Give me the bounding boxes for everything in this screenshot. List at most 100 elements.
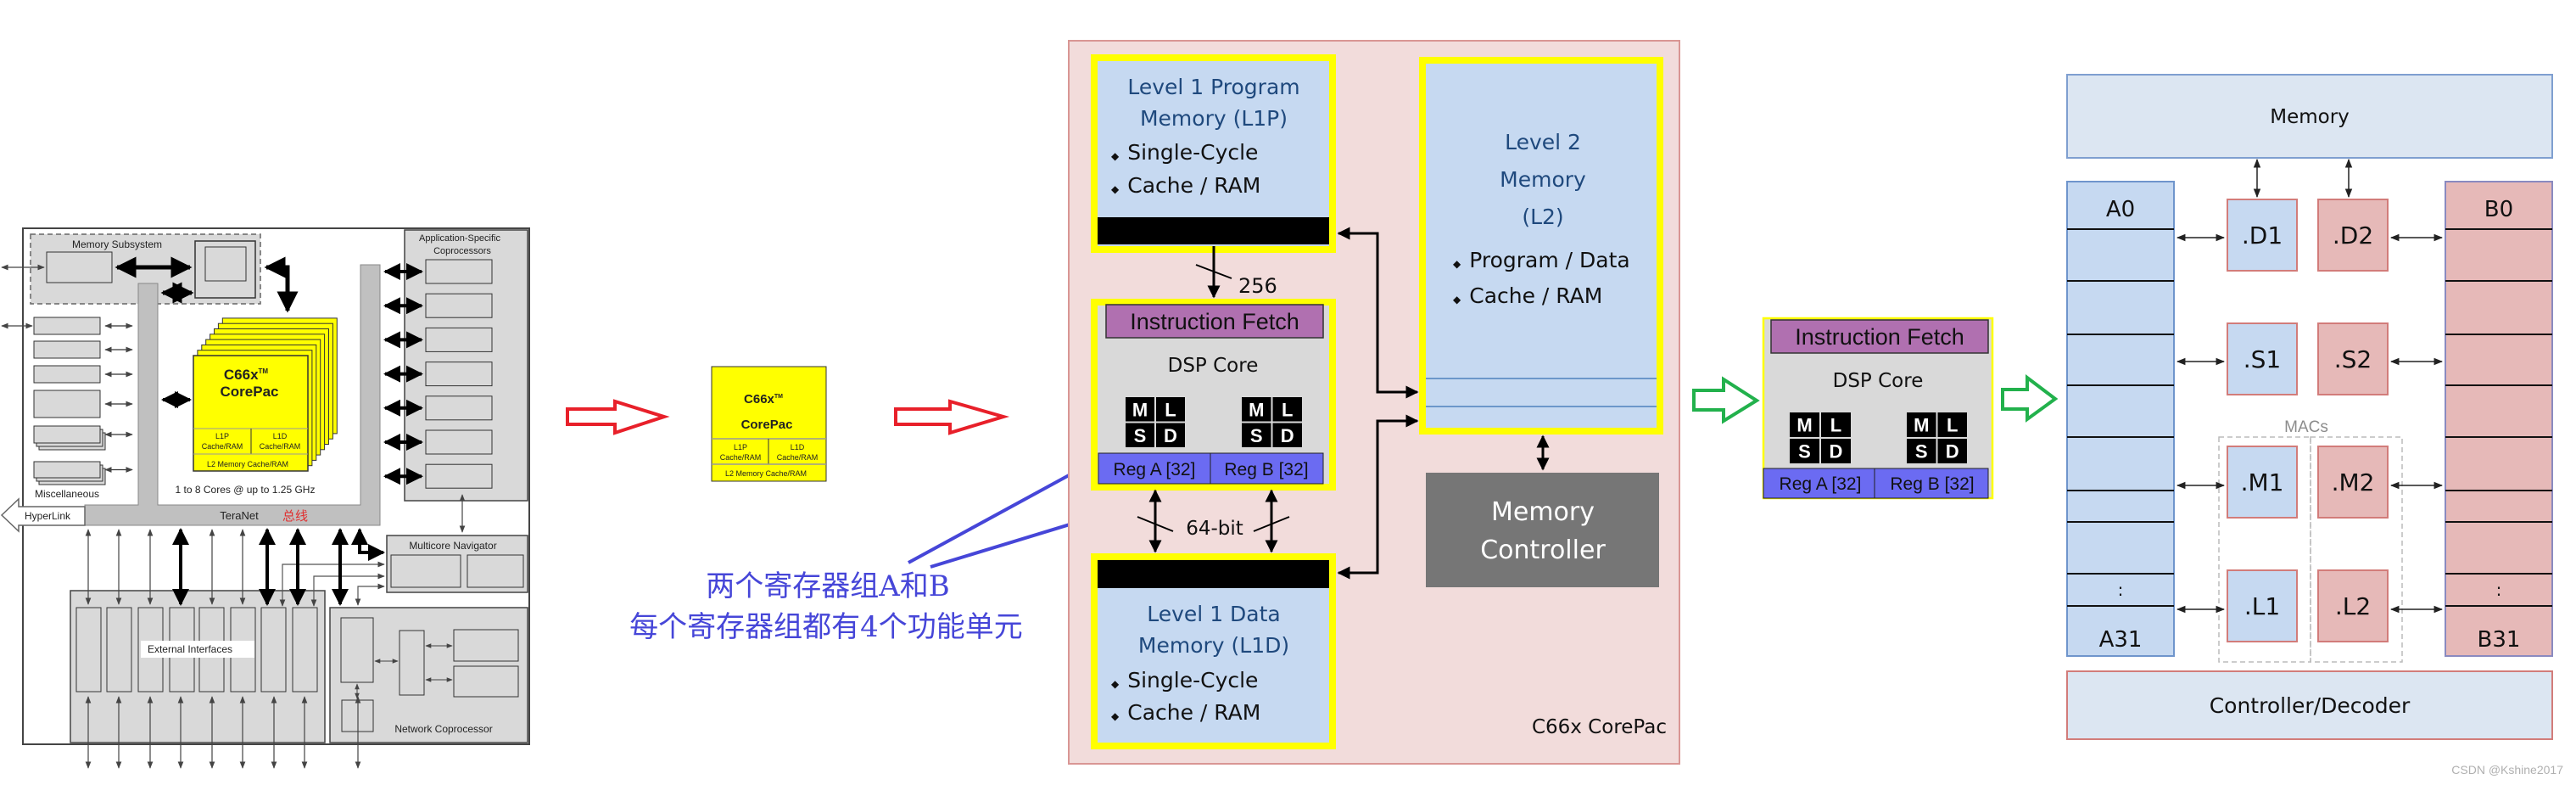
svg-text:CorePac: CorePac (221, 384, 279, 400)
memory-subsystem-block (46, 251, 113, 283)
corepac-front: C66xTM CorePac L1P Cache/RAM L1D Cache/RAM… (193, 355, 309, 472)
svg-text:◆Single-Cycle: ◆ Single-Cycle (1111, 668, 1258, 692)
unit-b-label: .M2 (2332, 468, 2375, 496)
functional-unit-label: L (1830, 415, 1841, 436)
navigator-block (390, 554, 461, 588)
unit-a-label: .D1 (2242, 221, 2283, 250)
cores-label: 1 to 8 Cores @ up to 1.25 GHz (176, 484, 316, 496)
svg-text:◆Program / Data: ◆ Program / Data (1453, 248, 1630, 272)
dsp-core-label: DSP Core (1833, 370, 1924, 392)
network-block (399, 630, 425, 696)
coprocessor-block (425, 362, 493, 387)
network-block (340, 617, 374, 683)
network-block (453, 665, 519, 698)
watermark: CSDN @Kshine2017 (2451, 763, 2563, 777)
coprocessor-block (425, 463, 493, 489)
interface-block (75, 607, 102, 692)
corepac-detail: Level 1 Program Memory (L1P) ◆ Single-Cycl… (1068, 40, 1680, 765)
svg-text:◆Single-Cycle: ◆ Single-Cycle (1111, 140, 1258, 165)
functional-unit-label: S (1134, 425, 1147, 446)
reg-b31-label: B31 (2478, 627, 2521, 653)
misc-block (33, 365, 101, 384)
network-coprocessor-label: Network Coprocessor (394, 723, 492, 735)
red-arrow-icon (894, 399, 1010, 435)
dsp-core-small: Instruction Fetch DSP Core M LS DM LS D Reg … (1762, 317, 1994, 500)
bus-64-label: 64-bit (1186, 518, 1243, 540)
red-arrow-icon (566, 399, 670, 435)
coprocessor-block (425, 259, 493, 284)
memory-subsystem-label: Memory Subsystem (72, 238, 162, 250)
svg-text:CorePac: CorePac (741, 418, 793, 432)
small-corepac: C66xTM CorePac L1P Cache/RAM L1D Cache/RAM… (711, 366, 827, 482)
svg-text:L2 Memory Cache/RAM: L2 Memory Cache/RAM (725, 469, 807, 478)
soc-diagram: Memory Subsystem TeraNet 总线 HyperLink Ap… (0, 227, 530, 769)
interface-block (106, 607, 132, 692)
unit-b-label: .S2 (2334, 345, 2372, 373)
unit-a-label: .M1 (2241, 468, 2284, 496)
functional-unit-label: D (1164, 425, 1177, 446)
bus-note: 总线 (282, 508, 308, 524)
reg-b-label: Reg B [32] (1224, 460, 1308, 479)
interface-block (260, 607, 287, 692)
memory-label: Memory (2270, 106, 2350, 128)
functional-unit-label: D (1830, 441, 1843, 463)
annotation-line-2: 每个寄存器组都有4个功能单元 (629, 610, 1023, 644)
navigator-block (467, 554, 524, 588)
memory-controller (1426, 473, 1659, 587)
external-interfaces-label: External Interfaces (148, 643, 232, 655)
misc-block (33, 317, 101, 335)
bus-256-label: 256 (1238, 274, 1277, 298)
teranet-label: TeraNet (220, 509, 259, 522)
functional-unit-label: S (1915, 441, 1928, 463)
functional-unit-label: M (1132, 399, 1148, 420)
unit-b-label: .L2 (2335, 592, 2371, 620)
coprocessor-block (425, 293, 493, 318)
functional-unit-label: M (1249, 399, 1264, 420)
svg-text:◆Cache / RAM: ◆ Cache / RAM (1111, 173, 1260, 198)
reg-a-label: Reg A [32] (1780, 474, 1862, 494)
macs-label: MACs (2284, 418, 2328, 436)
functional-unit-label: L (1165, 399, 1176, 420)
misc-block (33, 390, 101, 418)
interface-block (292, 607, 318, 692)
functional-unit-label: M (1914, 415, 1929, 436)
functional-unit-label: D (1946, 441, 1959, 463)
svg-text:◆Cache / RAM: ◆ Cache / RAM (1453, 283, 1602, 308)
coprocessor-block (425, 395, 493, 421)
l2-memory (1419, 57, 1663, 435)
l1p-port-bar (1098, 217, 1329, 244)
misc-block (33, 425, 101, 444)
misc-block (33, 340, 101, 359)
svg-text:◆Cache / RAM: ◆ Cache / RAM (1111, 700, 1260, 725)
multicore-navigator-label: Multicore Navigator (409, 540, 496, 552)
functional-unit-label: M (1796, 415, 1812, 436)
instruction-fetch-label: Instruction Fetch (1130, 309, 1299, 334)
reg-a0-label: A0 (2106, 197, 2135, 222)
coprocessor-block (425, 429, 493, 455)
l1d-port-bar (1098, 560, 1329, 588)
green-arrow-icon (2001, 373, 2059, 423)
functional-unit-label: S (1250, 425, 1263, 446)
network-block (453, 629, 519, 662)
svg-text:L2 Memory Cache/RAM: L2 Memory Cache/RAM (207, 460, 288, 468)
unit-a-label: .L1 (2244, 592, 2280, 620)
misc-block (33, 461, 101, 479)
unit-a-label: .S1 (2244, 345, 2282, 373)
reg-a-label: Reg A [32] (1114, 460, 1196, 479)
reg-b0-label: B0 (2484, 197, 2513, 222)
hyperlink-label: HyperLink (25, 510, 71, 522)
reg-a31-label: A31 (2099, 627, 2143, 653)
unit-b-label: .D2 (2333, 221, 2373, 250)
reg-a-ellipsis: : (2118, 580, 2124, 600)
functional-unit-label: L (1947, 415, 1958, 436)
instruction-fetch-label: Instruction Fetch (1795, 324, 1964, 350)
reg-b-label: Reg B [32] (1890, 474, 1974, 494)
diagram-canvas: Memory Subsystem TeraNet 总线 HyperLink Ap… (0, 40, 2563, 777)
coprocessor-block (425, 327, 493, 352)
memory-controller-inner (204, 246, 247, 282)
reg-b-ellipsis: : (2496, 580, 2502, 600)
miscellaneous-label: Miscellaneous (35, 488, 99, 500)
corepac-label: C66x CorePac (1532, 716, 1667, 738)
functional-unit-label: D (1281, 425, 1294, 446)
green-arrow-icon (1692, 376, 1760, 424)
